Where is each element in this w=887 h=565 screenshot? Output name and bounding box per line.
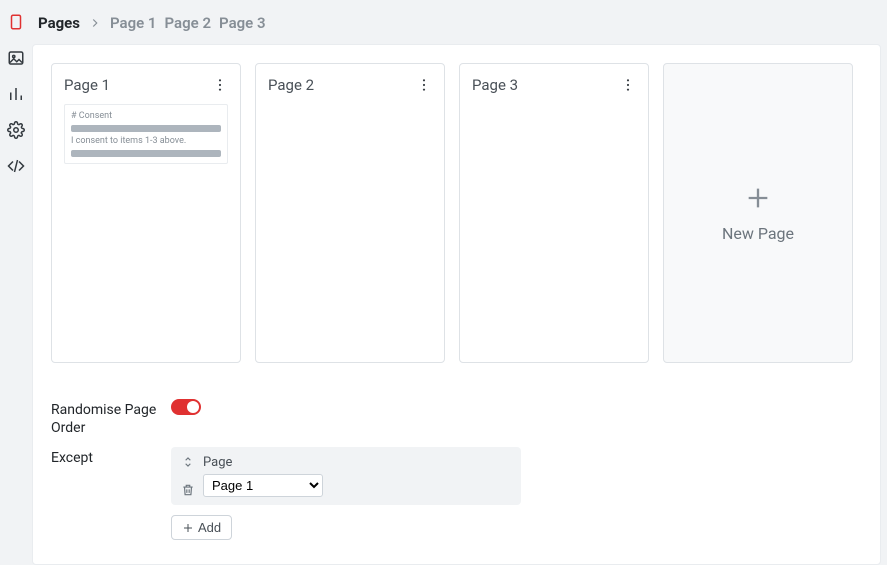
- chevron-right-icon: [88, 16, 102, 30]
- drag-handle-icon[interactable]: [181, 455, 195, 469]
- except-item: Page Page 1Page 2Page 3: [171, 447, 521, 505]
- more-icon[interactable]: [212, 77, 228, 93]
- more-icon[interactable]: [416, 77, 432, 93]
- breadcrumb-item[interactable]: Page 1: [110, 14, 157, 32]
- page-card-list: Page 1 # Consent I consent to items 1-3 …: [51, 63, 862, 363]
- add-label: Add: [198, 520, 221, 535]
- breadcrumb-item[interactable]: Page 2: [165, 14, 212, 32]
- breadcrumb-root[interactable]: Pages: [38, 14, 80, 32]
- plus-icon: [744, 184, 772, 212]
- chart-icon[interactable]: [6, 84, 26, 104]
- breadcrumb: Pages Page 1 Page 2 Page 3: [32, 0, 887, 44]
- add-except-button[interactable]: Add: [171, 515, 232, 540]
- more-icon[interactable]: [620, 77, 636, 93]
- page-card[interactable]: Page 1 # Consent I consent to items 1-3 …: [51, 63, 241, 363]
- breadcrumb-item[interactable]: Page 3: [219, 14, 266, 32]
- pages-icon[interactable]: [6, 12, 26, 32]
- randomise-toggle[interactable]: [171, 399, 201, 415]
- except-page-select[interactable]: Page 1Page 2Page 3: [203, 474, 323, 497]
- preview-text: # Consent: [71, 111, 221, 121]
- new-page-label: New Page: [722, 224, 794, 243]
- gear-icon[interactable]: [6, 120, 26, 140]
- page-card-title: Page 1: [64, 76, 110, 94]
- code-icon[interactable]: [6, 156, 26, 176]
- pages-panel: Page 1 # Consent I consent to items 1-3 …: [32, 44, 881, 565]
- trash-icon[interactable]: [181, 483, 195, 497]
- page-card[interactable]: Page 3: [459, 63, 649, 363]
- plus-icon: [182, 522, 194, 534]
- page-card-title: Page 2: [268, 76, 314, 94]
- page-preview: # Consent I consent to items 1-3 above.: [64, 104, 228, 164]
- randomise-label: Randomise Page Order: [51, 399, 171, 437]
- except-label: Except: [51, 447, 171, 467]
- except-field-label: Page: [203, 455, 511, 470]
- new-page-button[interactable]: New Page: [663, 63, 853, 363]
- image-icon[interactable]: [6, 48, 26, 68]
- preview-bar: [71, 125, 221, 132]
- sidebar: [0, 0, 32, 555]
- page-card[interactable]: Page 2: [255, 63, 445, 363]
- page-card-title: Page 3: [472, 76, 518, 94]
- preview-bar: [71, 150, 221, 157]
- preview-text: I consent to items 1-3 above.: [71, 136, 221, 146]
